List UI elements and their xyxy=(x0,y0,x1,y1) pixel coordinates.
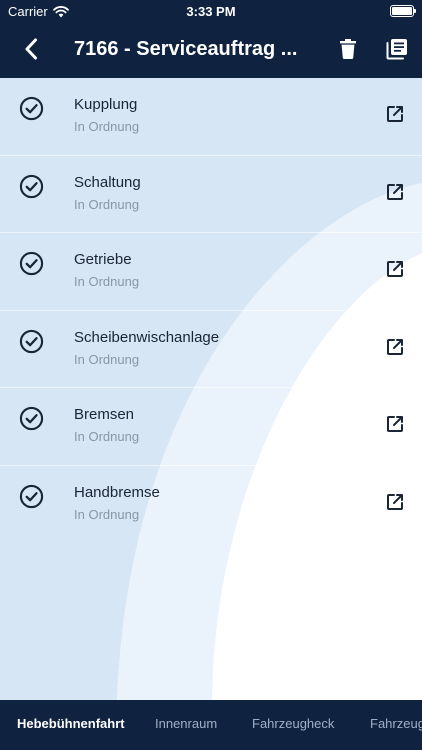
header: Carrier 3:33 PM 7166 - Serviceauftrag ..… xyxy=(0,0,422,78)
document-stack-icon xyxy=(386,39,407,60)
tab-innenraum[interactable]: Innenraum xyxy=(155,716,217,731)
chevron-left-icon xyxy=(25,38,37,60)
bottom-tab-bar: Hebebühnenfahrt Innenraum Fahrzeugheck F… xyxy=(0,700,422,750)
open-external-icon[interactable] xyxy=(385,104,405,124)
item-status: In Ordnung xyxy=(74,351,140,367)
battery-icon xyxy=(390,5,416,17)
item-title: Handbremse xyxy=(74,483,160,501)
list-item[interactable]: Getriebe In Ordnung xyxy=(0,233,422,311)
item-status: In Ordnung xyxy=(74,274,140,289)
item-title: Kupplung xyxy=(74,96,138,113)
item-title: Getriebe xyxy=(74,251,132,268)
tab-fahrzeugfront[interactable]: Fahrzeugfront xyxy=(370,716,422,731)
open-external-icon[interactable] xyxy=(385,259,405,279)
item-status: In Ordnung xyxy=(74,506,140,522)
delete-button[interactable] xyxy=(334,35,362,63)
list-item[interactable]: Schaltung In Ordnung xyxy=(0,156,422,233)
status-bar: Carrier 3:33 PM xyxy=(0,0,422,22)
open-external-icon[interactable] xyxy=(385,182,405,202)
back-button[interactable] xyxy=(16,34,46,64)
tab-hebebuehnenfahrt[interactable]: Hebebühnenfahrt xyxy=(17,716,125,731)
app-screen: Carrier 3:33 PM 7166 - Serviceauftrag ..… xyxy=(0,0,422,750)
item-status: In Ordnung xyxy=(74,119,140,134)
documents-button[interactable] xyxy=(383,35,411,63)
checklist: Kupplung In Ordnung Schaltung In Ordnung Get… xyxy=(0,78,422,543)
nav-bar: 7166 - Serviceauftrag ... xyxy=(0,22,422,78)
list-item[interactable]: Bremsen In Ordnung xyxy=(0,388,422,466)
trash-icon xyxy=(340,39,356,59)
status-time: 3:33 PM xyxy=(186,4,236,19)
check-circle-icon xyxy=(19,329,44,353)
list-item[interactable]: Scheibenwischanlage In Ordnung xyxy=(0,311,422,388)
item-status: In Ordnung xyxy=(74,196,140,212)
check-circle-icon xyxy=(19,96,44,121)
item-title: Scheibenwischanlage xyxy=(74,328,220,346)
check-circle-icon xyxy=(19,174,44,198)
open-external-icon[interactable] xyxy=(385,414,405,434)
list-item[interactable]: Kupplung In Ordnung xyxy=(0,78,422,156)
item-status: In Ordnung xyxy=(74,429,140,444)
battery-fill xyxy=(392,7,412,15)
check-circle-icon xyxy=(19,251,44,276)
check-circle-icon xyxy=(19,484,44,508)
check-circle-icon xyxy=(19,406,44,431)
tab-fahrzeugheck[interactable]: Fahrzeugheck xyxy=(252,716,334,731)
open-external-icon[interactable] xyxy=(385,337,405,357)
open-external-icon[interactable] xyxy=(385,492,405,512)
item-title: Bremsen xyxy=(74,406,135,423)
item-title: Schaltung xyxy=(74,173,141,191)
page-title: 7166 - Serviceauftrag ... xyxy=(74,38,298,60)
list-item[interactable]: Handbremse In Ordnung xyxy=(0,466,422,544)
